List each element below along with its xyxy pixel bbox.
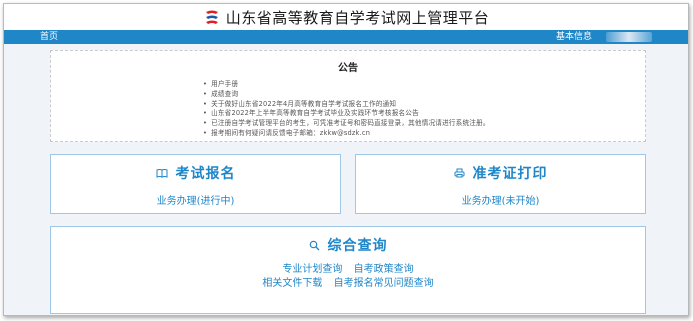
top-navbar: 首页 基本信息: [4, 30, 688, 44]
query-links-row-1: 专业计划查询 自考政策查询: [51, 263, 645, 277]
book-icon: [156, 168, 168, 178]
general-query-header: 综合查询: [51, 235, 645, 255]
admission-ticket-title: 准考证打印: [472, 166, 548, 182]
site-title: 山东省高等教育自学考试网上管理平台: [225, 8, 490, 27]
announcement-item-scores[interactable]: 成绩查询: [203, 90, 645, 100]
printer-icon: [454, 168, 465, 178]
nav-right-group: 基本信息: [556, 30, 652, 44]
exam-registration-title: 考试报名: [175, 166, 236, 182]
general-query-card: 综合查询 专业计划查询 自考政策查询 相关文件下载 自考报名常见问题查询: [50, 226, 646, 314]
admission-ticket-card[interactable]: 准考证打印 业务办理(未开始): [355, 154, 646, 214]
query-links-row-2: 相关文件下载 自考报名常见问题查询: [51, 277, 645, 291]
query-links: 专业计划查询 自考政策查询 相关文件下载 自考报名常见问题查询: [51, 263, 645, 291]
nav-home-link[interactable]: 首页: [40, 30, 58, 44]
admission-ticket-header: 准考证打印: [356, 163, 645, 183]
major-plan-query-link[interactable]: 专业计划查询: [282, 264, 342, 275]
announcement-box: 公告 用户手册 成绩查询 关于做好山东省2022年4月高等教育自学考试报名工作的…: [50, 50, 646, 142]
nav-basic-info-link[interactable]: 基本信息: [556, 30, 592, 44]
announcement-item-graduation-notice[interactable]: 山东省2022年上半年高等教育自学考试毕业及实践环节考核报名公告: [203, 109, 645, 119]
exam-registration-status-link[interactable]: 业务办理(进行中): [51, 192, 340, 207]
redacted-user-name: [606, 32, 652, 42]
main-content: 公告 用户手册 成绩查询 关于做好山东省2022年4月高等教育自学考试报名工作的…: [4, 44, 688, 315]
announcement-item-april-notice[interactable]: 关于做好山东省2022年4月高等教育自学考试报名工作的通知: [203, 100, 645, 110]
announcement-title: 公告: [338, 63, 358, 74]
policy-query-link[interactable]: 自考政策查询: [354, 264, 414, 275]
announcement-list: 用户手册 成绩查询 关于做好山东省2022年4月高等教育自学考试报名工作的通知 …: [203, 80, 645, 139]
file-download-link[interactable]: 相关文件下载: [262, 278, 322, 289]
announcement-item-manual[interactable]: 用户手册: [203, 80, 645, 90]
app-window: 山东省高等教育自学考试网上管理平台 首页 基本信息 公告 用户手册 成绩查询 关…: [3, 3, 689, 316]
announcement-item-contact: 报考期间有何疑问请反馈电子邮箱：zkkw@sdzk.cn: [203, 129, 645, 139]
admission-ticket-status-link[interactable]: 业务办理(未开始): [356, 192, 645, 207]
exam-registration-header: 考试报名: [51, 163, 340, 183]
provincial-exam-logo-icon: [203, 8, 221, 26]
search-icon: [309, 240, 320, 251]
site-header: 山东省高等教育自学考试网上管理平台: [4, 4, 688, 30]
general-query-title: 综合查询: [327, 238, 388, 254]
exam-registration-card[interactable]: 考试报名 业务办理(进行中): [50, 154, 341, 214]
faq-query-link[interactable]: 自考报名常见问题查询: [334, 278, 434, 289]
announcement-item-login-info: 已注册自学考试管理平台的考生，可凭准考证号和密码直接登录，其他情况请进行系统注册…: [203, 119, 645, 129]
